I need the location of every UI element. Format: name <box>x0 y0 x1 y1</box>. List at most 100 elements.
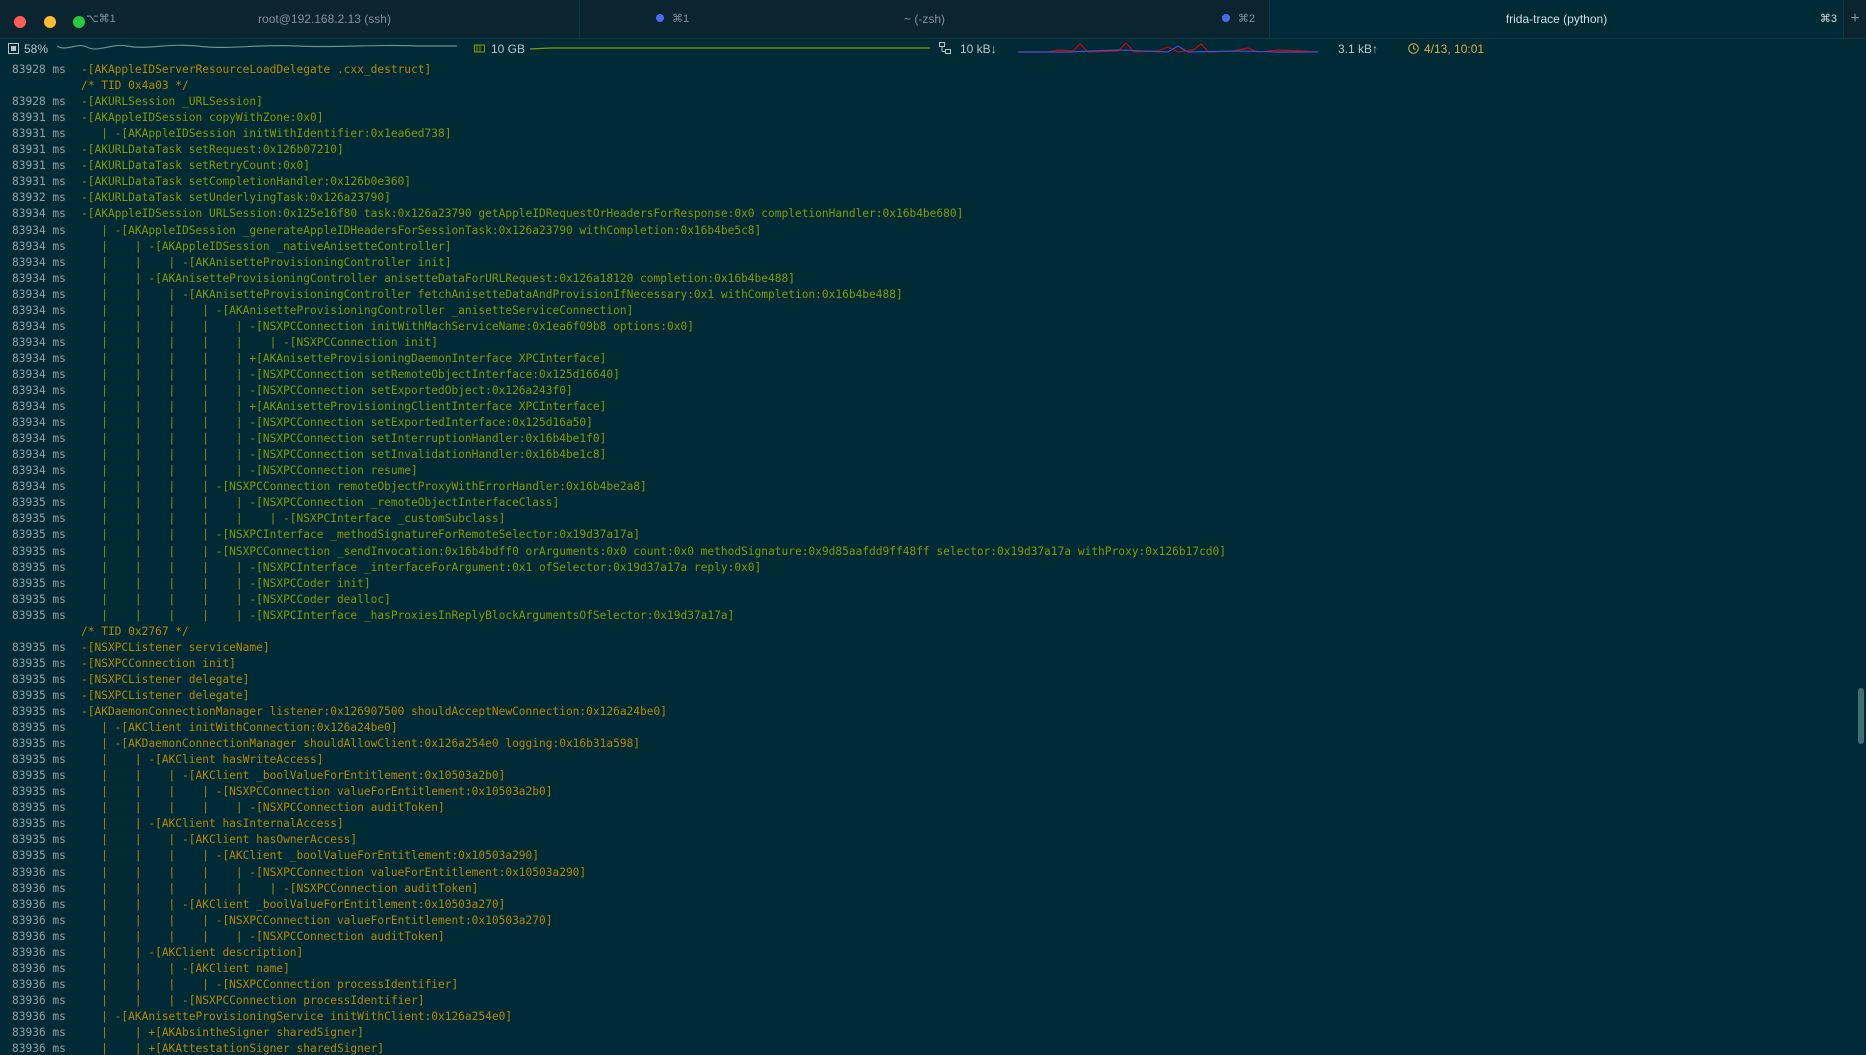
trace-text: | | | | -[AKAnisetteProvisioningControll… <box>81 303 634 317</box>
timestamp: 83936 ms <box>12 945 66 959</box>
timestamp: 83931 ms <box>12 159 66 173</box>
timestamp: 83935 ms <box>12 576 66 590</box>
trace-text: | | | -[AKClient _boolValueForEntitlemen… <box>81 897 506 911</box>
trace-text: | | | | | | -[NSXPCConnection auditToken… <box>81 881 479 895</box>
trace-text: | -[AKAnisetteProvisioningService initWi… <box>81 1009 513 1023</box>
trace-text: | | | | -[AKClient _boolValueForEntitlem… <box>81 849 540 863</box>
timestamp: 83935 ms <box>12 672 66 686</box>
close-button[interactable] <box>14 16 26 28</box>
timestamp: 83931 ms <box>12 127 66 141</box>
trace-text: | | | | -[NSXPCConnection processIdentif… <box>81 977 459 991</box>
trace-text: | | | | | -[NSXPCCoder init] <box>81 576 371 590</box>
timestamp: 83936 ms <box>12 1009 66 1023</box>
timestamp: 83934 ms <box>12 335 66 349</box>
terminal-output[interactable]: 83928 ms -[AKAppleIDServerResourceLoadDel… <box>0 60 1850 1055</box>
trace-text: | | | -[AKClient name] <box>81 961 290 975</box>
timestamp: 83935 ms <box>12 769 66 783</box>
trace-text: | | | | | -[NSXPCConnection _remoteObjec… <box>81 496 560 510</box>
tab-shortcut: ⌘3 <box>1819 13 1837 25</box>
trace-text: | | +[AKAttestationSigner sharedSigner] <box>81 1042 385 1055</box>
timestamp: 83934 ms <box>12 367 66 381</box>
tab-frida-trace[interactable]: frida-trace (python) ⌘3 <box>1270 0 1844 38</box>
timestamp: 83935 ms <box>12 592 66 606</box>
trace-text: | -[AKDaemonConnectionManager shouldAllo… <box>81 737 641 751</box>
trace-text: | | | | | | -[NSXPCInterface _customSubc… <box>81 512 506 526</box>
timestamp: 83931 ms <box>12 175 66 189</box>
timestamp: 83934 ms <box>12 271 66 285</box>
trace-text: | | | -[AKAnisetteProvisioningController… <box>81 287 903 301</box>
trace-text: | | | | | -[NSXPCCoder dealloc] <box>81 592 391 606</box>
timestamp: 83934 ms <box>12 287 66 301</box>
tab-shortcut: ⌥⌘1 <box>86 13 116 25</box>
timestamp: 83935 ms <box>12 528 66 542</box>
timestamp: 83934 ms <box>12 223 66 237</box>
minimize-button[interactable] <box>43 16 56 28</box>
timestamp: 83935 ms <box>12 544 66 558</box>
timestamp: 83935 ms <box>12 640 66 654</box>
trace-text: | -[AKAppleIDSession initWithIdentifier:… <box>81 127 452 141</box>
scrollbar-thumb[interactable] <box>1858 688 1864 744</box>
trace-text: -[AKURLDataTask setUnderlyingTask:0x126a… <box>81 191 391 205</box>
trace-text: -[AKURLDataTask setRequest:0x126b07210] <box>81 143 344 157</box>
timestamp: 83934 ms <box>12 255 66 269</box>
trace-text: | | | | | -[NSXPCConnection setRemoteObj… <box>81 367 620 381</box>
trace-text: | | +[AKAbsintheSigner sharedSigner] <box>81 1026 364 1039</box>
new-tab-button[interactable]: + <box>1844 0 1866 38</box>
trace-text: | | | | | -[NSXPCConnection setInterrupt… <box>81 432 607 446</box>
trace-text: | -[AKClient initWithConnection:0x126a24… <box>81 721 398 735</box>
timestamp: 83934 ms <box>12 432 66 446</box>
tab-ssh[interactable]: ⌥⌘1 root@192.168.2.13 (ssh) <box>70 0 580 38</box>
memory-icon <box>474 38 485 60</box>
trace-text: | | | | | -[NSXPCConnection auditToken] <box>81 929 445 943</box>
trace-text: | | | -[AKClient hasOwnerAccess] <box>81 833 358 847</box>
trace-text: -[NSXPCConnection init] <box>81 656 236 670</box>
trace-text: | | | | | -[NSXPCConnection setExportedI… <box>81 416 593 430</box>
trace-text: | | | | | -[NSXPCInterface _interfaceFor… <box>81 560 762 574</box>
timestamp: 83936 ms <box>12 913 66 927</box>
trace-text: | | | | | +[AKAnisetteProvisioningDaemon… <box>81 351 607 365</box>
tab-label: frida-trace (python) <box>1505 12 1608 26</box>
trace-text: | | | | | +[AKAnisetteProvisioningClient… <box>81 400 607 414</box>
network-icon <box>939 38 951 60</box>
timestamp: 83934 ms <box>12 207 66 221</box>
timestamp: 83936 ms <box>12 961 66 975</box>
timestamp: 83935 ms <box>12 705 66 718</box>
timestamp: 83934 ms <box>12 400 66 414</box>
tab-shortcut-2: ⌘2 <box>1221 0 1255 38</box>
tab-zsh[interactable]: ⌘1 ~ (-zsh) ⌘2 <box>580 0 1270 38</box>
trace-text: -[AKAppleIDServerResourceLoadDelegate .c… <box>81 63 432 76</box>
trace-text: | | | | | -[NSXPCConnection setExportedO… <box>81 384 573 397</box>
timestamp: 83934 ms <box>12 464 66 478</box>
tab-label: root@192.168.2.13 (ssh) <box>258 12 391 26</box>
trace-text: /* TID 0x4a03 */ <box>81 79 189 93</box>
status-bar: 58% 10 GB 10 kB↓ 3.1 kB↑ 4/13, 10:01 <box>0 38 1866 60</box>
timestamp: 83935 ms <box>12 849 66 863</box>
timestamp: 83928 ms <box>12 95 66 109</box>
trace-text: | | -[AKAppleIDSession _nativeAnisetteCo… <box>81 239 452 253</box>
timestamp: 83935 ms <box>12 512 66 526</box>
tab-label: ~ (-zsh) <box>903 12 945 26</box>
trace-text: | | | | -[NSXPCConnection remoteObjectPr… <box>81 480 647 494</box>
timestamp: 83934 ms <box>12 351 66 365</box>
cpu-graph <box>57 44 457 50</box>
trace-text: | | | | | -[NSXPCConnection resume] <box>81 464 418 478</box>
timestamp: 83936 ms <box>12 977 66 991</box>
trace-text: | | -[AKClient hasWriteAccess] <box>81 753 324 767</box>
timestamp: 83934 ms <box>12 319 66 333</box>
timestamp: 83936 ms <box>12 865 66 879</box>
timestamp: 83936 ms <box>12 1026 66 1039</box>
trace-text: | | -[AKClient hasInternalAccess] <box>81 817 344 831</box>
trace-text: -[AKAppleIDSession copyWithZone:0x0] <box>81 111 324 125</box>
trace-text: | | | | | -[NSXPCConnection initWithMach… <box>81 319 694 333</box>
trace-text: | | | | -[NSXPCConnection _sendInvocatio… <box>81 544 1227 558</box>
timestamp: 83934 ms <box>12 303 66 317</box>
cpu-icon <box>8 38 19 60</box>
timestamp: 83936 ms <box>12 881 66 895</box>
timestamp: 83934 ms <box>12 384 66 397</box>
trace-text: -[AKURLDataTask setRetryCount:0x0] <box>81 159 311 173</box>
network-upload: 3.1 kB↑ <box>1338 42 1379 56</box>
timestamp: 83935 ms <box>12 833 66 847</box>
clock-icon <box>1408 38 1419 60</box>
timestamp: 83935 ms <box>12 721 66 735</box>
trace-text: -[AKAppleIDSession URLSession:0x125e16f8… <box>81 207 964 221</box>
